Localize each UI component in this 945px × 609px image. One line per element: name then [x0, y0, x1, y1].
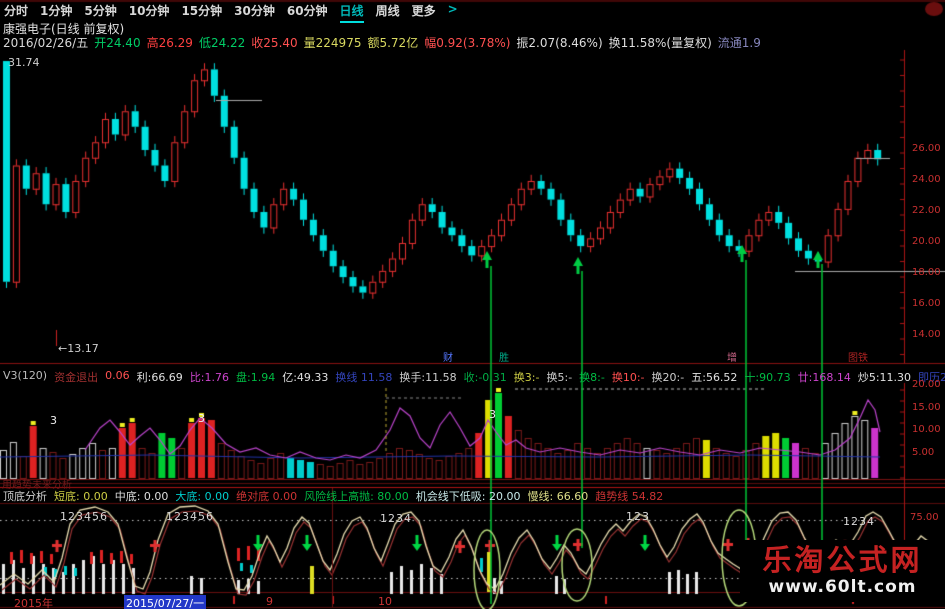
mid-axis-tick: 10.00 — [912, 424, 941, 435]
watermark-url: www.60lt.com — [768, 577, 917, 597]
volume-label: 3 — [50, 414, 58, 427]
volume-label: 3 — [489, 408, 497, 421]
wave-count-label: 123456 — [60, 510, 108, 523]
menu-item-日线[interactable]: 日线 — [339, 2, 364, 23]
v3-seg: 换5:- — [546, 371, 573, 384]
app-window: 分时 1分钟 5分钟 10分钟 15分钟 30分钟 60分钟 日线 周线 更多 > 康强电子(日线 … — [0, 0, 945, 609]
main-axis-tick: 26.00 — [912, 143, 941, 154]
dingdi-seg: 短底: 0.00 — [54, 490, 108, 503]
v3-seg: 利:66.69 — [136, 371, 183, 384]
v3-seg: 换8:- — [579, 371, 605, 384]
v3-seg: 换10:- — [611, 371, 645, 384]
quote-seg: 收25.40 — [251, 36, 298, 50]
v3-seg: 炒5:11.30 — [857, 371, 912, 384]
v3-seg: 换20:- — [651, 371, 685, 384]
v3-seg: 十:90.73 — [744, 371, 791, 384]
v3-seg: V3(120) — [3, 369, 48, 382]
faint-char: 增 — [727, 353, 737, 364]
menu-item-30分钟[interactable]: 30分钟 — [234, 2, 275, 23]
wave-count-label: 123 — [626, 510, 650, 523]
quote-seg: 振2.07(8.46%) — [516, 36, 603, 50]
quote-seg: 量224975 — [303, 36, 362, 50]
timeline-label: 9 — [266, 595, 273, 608]
quote-seg: 高26.29 — [146, 36, 193, 50]
dingdi-seg: 机会线下低吸: 20.00 — [415, 490, 521, 503]
high-price-label: 31.74 — [8, 56, 40, 69]
dingdi-seg: 风险线上高抛: 80.00 — [304, 490, 409, 503]
main-axis-tick: 24.00 — [912, 174, 941, 185]
v3-seg: 廿:168.14 — [797, 371, 851, 384]
dingdi-seg: 中底: 0.00 — [114, 490, 169, 503]
mid-axis-tick: 15.00 — [912, 401, 941, 413]
quote-seg: 开24.40 — [94, 36, 141, 50]
menu-item-60分钟[interactable]: 60分钟 — [287, 2, 328, 23]
watermark-title: 乐淘公式网 — [762, 543, 923, 577]
dingdi-seg: 大底: 0.00 — [175, 490, 230, 503]
faint-char: 财 — [443, 353, 453, 364]
main-axis-tick: 14.00 — [912, 329, 941, 340]
v3-seg: 收:-0.31 — [463, 371, 507, 384]
menu-item-更多[interactable]: 更多 — [412, 2, 436, 23]
quote-seg: 换11.58%(量复权) — [608, 36, 712, 50]
main-axis-tick: 18.00 — [912, 267, 941, 278]
indicator-row-v3: V3(120) 资金退出 0.06 利:66.69 比:1.76 盘:1.94 亿:49.3… — [3, 369, 945, 385]
main-axis-tick: 22.00 — [912, 205, 941, 216]
main-axis-tick: 20.00 — [912, 236, 941, 247]
mid-axis-tick: 20.00 — [912, 379, 941, 390]
v3-seg: 换3:- — [513, 371, 540, 384]
dingdi-seg: 趋势线 54.82 — [595, 490, 664, 503]
wave-count-label: 1234 — [843, 515, 875, 528]
main-axis-tick: 16.00 — [912, 298, 941, 309]
v3-seg: 亿:49.33 — [282, 371, 329, 384]
menu-item-10分钟[interactable]: 10分钟 — [129, 2, 170, 23]
timeline-label: 2015/07/27/一 — [124, 595, 207, 609]
mid-axis-tick: 5.00 — [912, 446, 935, 458]
timeline-label: 2015年 — [14, 597, 53, 609]
low-price-label: ←13.17 — [58, 342, 99, 355]
wave-count-label: 123456 — [166, 510, 214, 523]
v3-seg: 五:56.52 — [691, 371, 738, 384]
menu-item-15分钟[interactable]: 15分钟 — [181, 2, 222, 23]
volume-label: 3 — [198, 412, 206, 425]
wave-count-label: 1234 — [380, 512, 412, 525]
quote-seg: 幅0.92(3.78%) — [424, 36, 511, 50]
dingdi-seg: 顶底分析 — [3, 490, 47, 503]
quote-seg: 流通1.9 — [717, 36, 761, 50]
menu-item->[interactable]: > — [448, 2, 458, 23]
quote-row: 2016/02/26/五 开24.40 高26.29 低24.22 收25.40 量224… — [3, 34, 761, 51]
faint-char: 胜 — [499, 353, 509, 364]
watermark: 乐淘公式网 www.60lt.com — [740, 540, 945, 602]
dingdi-seg: 绝对底 0.00 — [236, 490, 298, 503]
v3-seg: 换手:11.58 — [399, 371, 457, 384]
quote-seg: 2016/02/26/五 — [3, 36, 89, 50]
quote-seg: 低24.22 — [198, 36, 246, 50]
v3-seg: 比:1.76 — [189, 371, 230, 384]
indicator-row-dingdi: 顶底分析 短底: 0.00 中底: 0.00 大底: 0.00 绝对底 0.00 风险线上… — [3, 488, 663, 504]
bottom-axis-tick: 75.00 — [910, 512, 939, 523]
v3-seg: 盘:1.94 — [236, 371, 276, 384]
v3-seg: 0.06 — [105, 369, 130, 382]
dingdi-seg: 慢线: 66.60 — [527, 490, 589, 503]
timeline-label: 10 — [378, 595, 392, 608]
faint-char: 图铁 — [848, 353, 868, 364]
v3-seg: 换线 11.58 — [335, 371, 393, 384]
menu-item-周线[interactable]: 周线 — [376, 2, 400, 23]
v3-seg: 资金退出 — [54, 371, 99, 384]
quote-seg: 额5.72亿 — [367, 36, 419, 50]
chart-canvas — [0, 0, 945, 609]
